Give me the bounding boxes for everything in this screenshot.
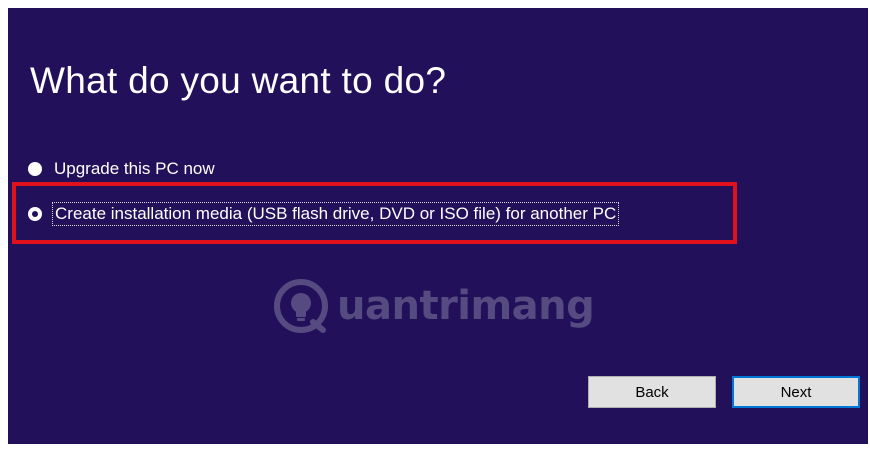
page-title: What do you want to do? [30, 60, 447, 101]
option-upgrade-pc-label[interactable]: Upgrade this PC now [54, 159, 215, 179]
watermark-text: uantrimang [337, 283, 595, 329]
setup-window: What do you want to do? Upgrade this PC … [8, 8, 868, 444]
radio-button-unchecked[interactable] [28, 162, 42, 176]
highlight-annotation-box [12, 182, 737, 244]
watermark: uantrimang [273, 278, 595, 334]
option-upgrade-pc[interactable]: Upgrade this PC now [28, 159, 215, 179]
lightbulb-q-logo-icon [274, 279, 328, 333]
next-button[interactable]: Next [732, 376, 860, 408]
back-button[interactable]: Back [588, 376, 716, 408]
